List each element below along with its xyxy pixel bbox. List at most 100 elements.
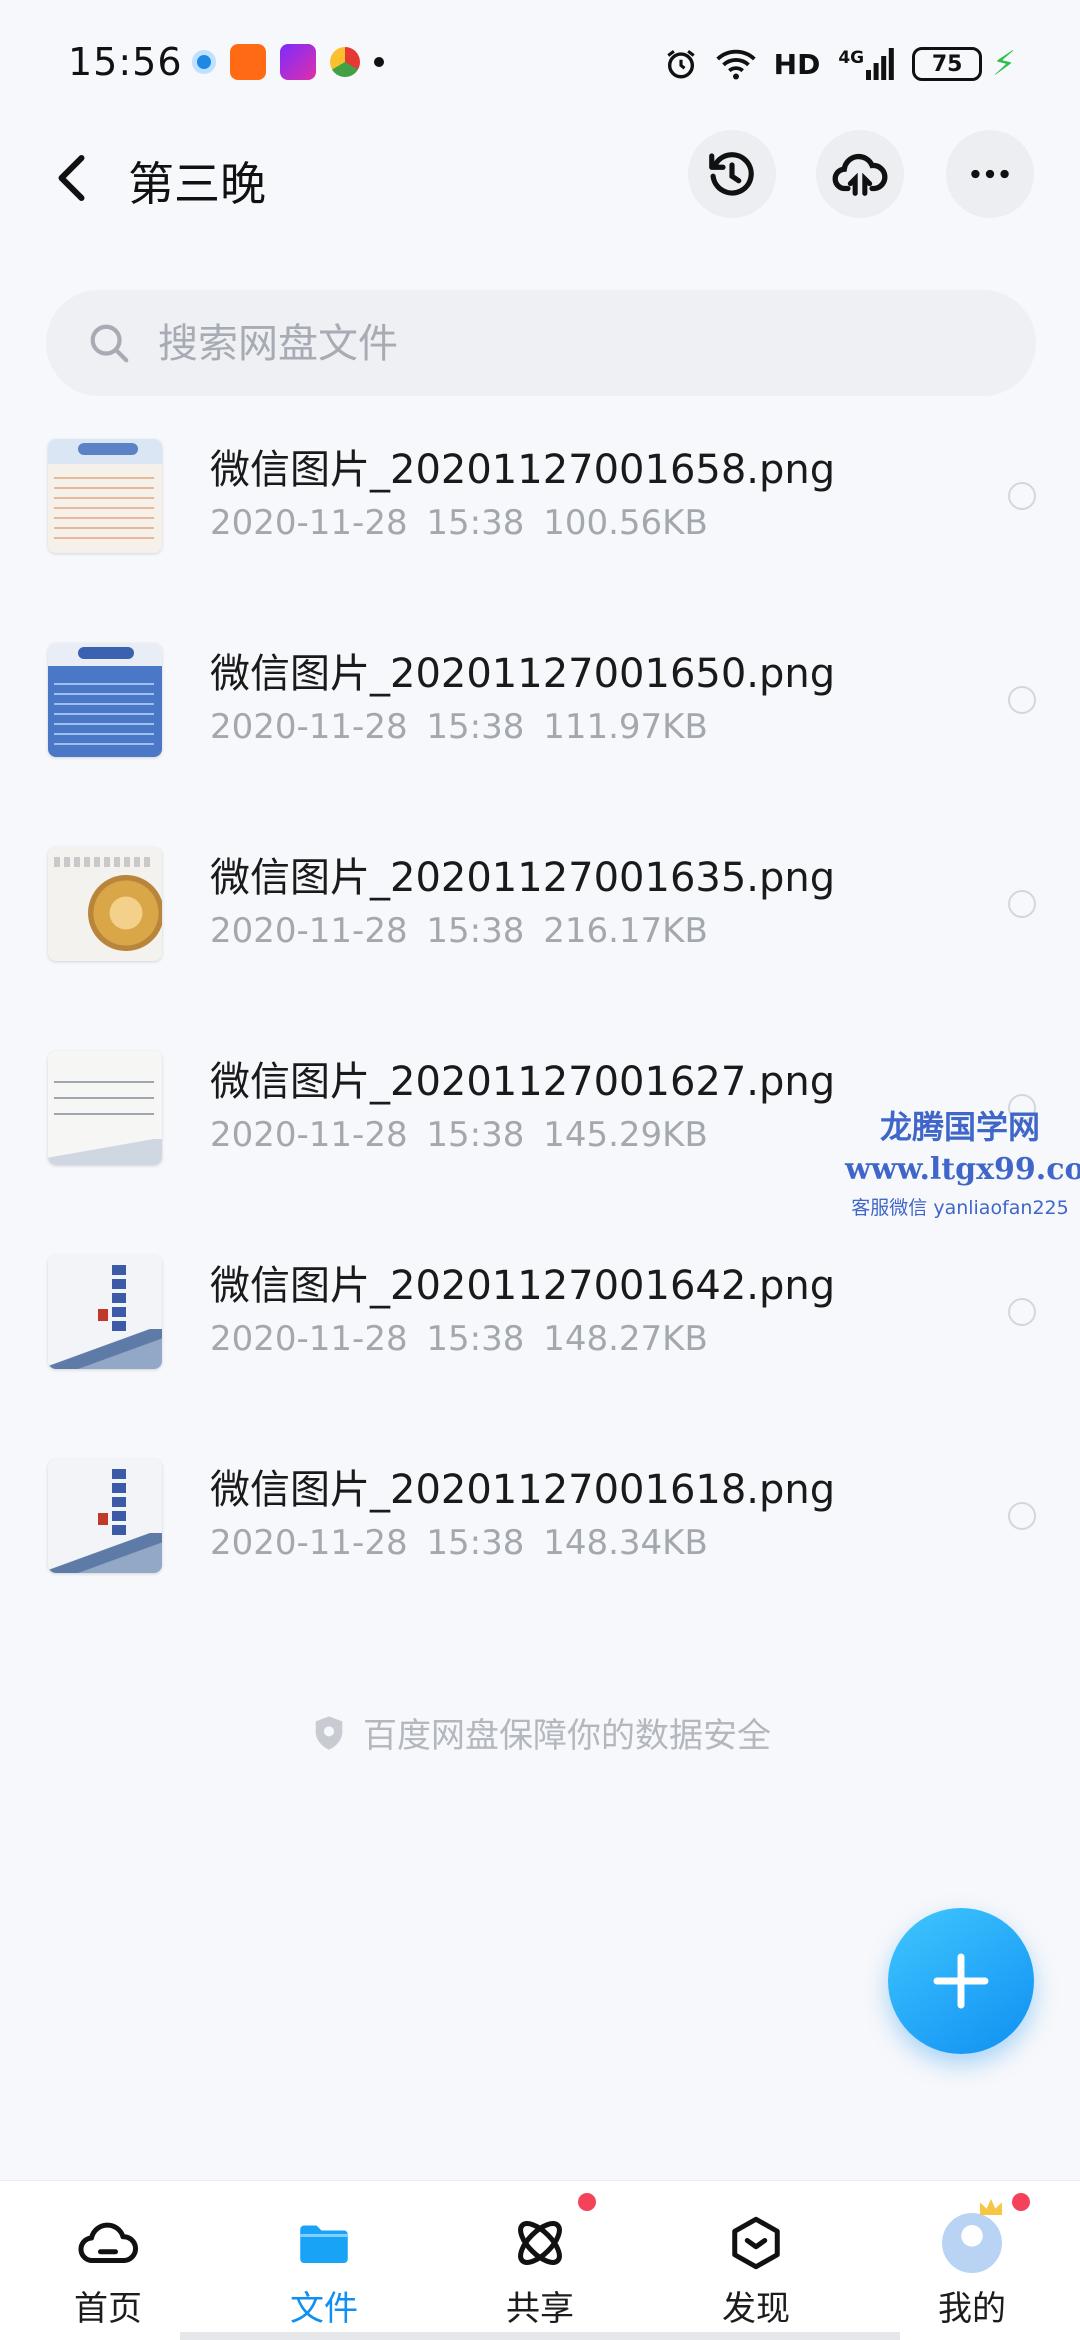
- chevron-left-icon: [58, 155, 85, 201]
- nav-label-home: 首页: [74, 2289, 142, 2329]
- thumb-text-lines: [54, 857, 154, 867]
- bottom-nav: 首页 文件 共享 发现 我的: [0, 2180, 1080, 2340]
- add-button[interactable]: [888, 1908, 1034, 2054]
- app-blue-circle-icon: [192, 50, 216, 74]
- nav-item-me[interactable]: 我的: [892, 2181, 1052, 2340]
- me-badge: [1012, 2193, 1030, 2211]
- thumb-mountain-shape: [48, 1139, 162, 1165]
- file-meta: 2020-11-28 15:38 148.27KB: [210, 1319, 708, 1359]
- thumb-text-lines: [54, 469, 154, 539]
- network-type: 4G: [838, 48, 894, 80]
- home-indicator: [180, 2332, 900, 2340]
- nav-item-files[interactable]: 文件: [244, 2181, 404, 2340]
- more-button[interactable]: [946, 130, 1034, 218]
- alarm-icon: [666, 50, 695, 79]
- watermark: 龙腾国学网 www.ltgx99.com 客服微信 yanliaofan225: [845, 1102, 1080, 1220]
- thumb-vertical-title: [112, 1265, 126, 1335]
- crown-icon: [980, 2199, 1002, 2215]
- thumb-text-lines: [54, 1067, 154, 1127]
- search-bar[interactable]: [46, 290, 1036, 396]
- app-chrome-like-icon: [330, 47, 360, 77]
- file-meta: 2020-11-28 15:38 111.97KB: [210, 707, 708, 747]
- search-input[interactable]: [158, 318, 978, 370]
- thumb-medallion-shape: [88, 875, 162, 951]
- header: 第三晚: [0, 130, 1080, 230]
- thumb-mountain-shape: [48, 1329, 162, 1369]
- nav-label-files: 文件: [290, 2289, 358, 2329]
- app-purple-play-icon: [280, 44, 316, 80]
- discover-box-icon: [732, 2216, 780, 2270]
- file-thumbnail: [48, 1459, 162, 1573]
- thumb-text-lines: [54, 675, 154, 747]
- network-label: HD: [773, 47, 821, 81]
- thumb-seal-shape: [98, 1513, 108, 1525]
- back-button[interactable]: [44, 148, 104, 208]
- shield-icon: [315, 1715, 343, 1750]
- file-name: 微信图片_20201127001635.png: [210, 855, 836, 901]
- status-app-icons: [192, 44, 384, 80]
- history-button[interactable]: [688, 130, 776, 218]
- cloud-upload-icon: [832, 153, 888, 196]
- search-icon: [90, 324, 129, 363]
- folder-icon: [300, 2225, 348, 2263]
- select-checkbox[interactable]: [1008, 482, 1036, 510]
- share-orbit-icon: [518, 2221, 562, 2265]
- wifi-icon: [715, 49, 756, 80]
- file-name: 微信图片_20201127001658.png: [210, 447, 836, 493]
- more-dot-icon: [374, 57, 384, 67]
- select-checkbox[interactable]: [1008, 890, 1036, 918]
- nav-item-home[interactable]: 首页: [28, 2181, 188, 2340]
- file-thumbnail: [48, 1255, 162, 1369]
- thumb-heading-shape: [78, 647, 134, 659]
- file-row[interactable]: 微信图片_20201127001642.png 2020-11-28 15:38…: [0, 1241, 1080, 1445]
- nav-item-share[interactable]: 共享: [460, 2181, 620, 2340]
- thumb-vertical-title: [112, 1469, 126, 1539]
- file-thumbnail: [48, 643, 162, 757]
- security-notice: 百度网盘保障你的数据安全: [0, 1708, 1080, 1757]
- file-row[interactable]: 微信图片_20201127001658.png 2020-11-28 15:38…: [0, 425, 1080, 629]
- file-meta: 2020-11-28 15:38 216.17KB: [210, 911, 708, 951]
- file-row[interactable]: 微信图片_20201127001650.png 2020-11-28 15:38…: [0, 629, 1080, 833]
- file-name: 微信图片_20201127001642.png: [210, 1263, 836, 1309]
- thumb-seal-shape: [98, 1309, 108, 1321]
- charging-icon: ⚡: [992, 44, 1016, 84]
- file-thumbnail: [48, 1051, 162, 1165]
- share-badge: [578, 2193, 596, 2211]
- file-list: 微信图片_20201127001658.png 2020-11-28 15:38…: [0, 425, 1080, 1649]
- select-checkbox[interactable]: [1008, 686, 1036, 714]
- select-checkbox[interactable]: [1008, 1298, 1036, 1326]
- avatar-icon: [942, 2213, 1002, 2273]
- file-meta: 2020-11-28 15:38 148.34KB: [210, 1523, 708, 1563]
- watermark-contact: 客服微信 yanliaofan225: [851, 1197, 1069, 1219]
- watermark-url: www.ltgx99.com: [845, 1152, 1080, 1187]
- page-title: 第三晚: [128, 157, 266, 211]
- file-row[interactable]: 微信图片_20201127001635.png 2020-11-28 15:38…: [0, 833, 1080, 1037]
- file-meta: 2020-11-28 15:38 100.56KB: [210, 503, 708, 543]
- file-meta: 2020-11-28 15:38 145.29KB: [210, 1115, 708, 1155]
- file-thumbnail: [48, 847, 162, 961]
- app-orange-square-icon: [230, 44, 266, 80]
- thumb-heading-shape: [78, 443, 138, 455]
- cloud-upload-button[interactable]: [816, 130, 904, 218]
- status-right: HD 4G 75 ⚡: [664, 44, 1016, 84]
- history-icon: [709, 152, 754, 196]
- status-bar: 15:56 HD 4G 75 ⚡: [0, 0, 1080, 130]
- select-checkbox[interactable]: [1008, 1502, 1036, 1530]
- plus-icon: [933, 1953, 989, 2009]
- file-name: 微信图片_20201127001618.png: [210, 1467, 836, 1513]
- signal-icon: [866, 48, 894, 80]
- nav-label-me: 我的: [938, 2289, 1006, 2329]
- file-thumbnail: [48, 439, 162, 553]
- status-time: 15:56: [68, 40, 183, 84]
- nav-item-discover[interactable]: 发现: [676, 2181, 836, 2340]
- security-text: 百度网盘保障你的数据安全: [363, 1716, 771, 1756]
- cloud-home-icon: [78, 2222, 138, 2263]
- more-icon: [971, 169, 1009, 179]
- file-row[interactable]: 微信图片_20201127001618.png 2020-11-28 15:38…: [0, 1445, 1080, 1649]
- nav-label-share: 共享: [506, 2289, 574, 2329]
- file-name: 微信图片_20201127001627.png: [210, 1059, 836, 1105]
- file-name: 微信图片_20201127001650.png: [210, 651, 836, 697]
- watermark-title: 龙腾国学网: [879, 1108, 1040, 1146]
- nav-label-discover: 发现: [722, 2289, 790, 2329]
- battery-icon: 75: [912, 47, 983, 81]
